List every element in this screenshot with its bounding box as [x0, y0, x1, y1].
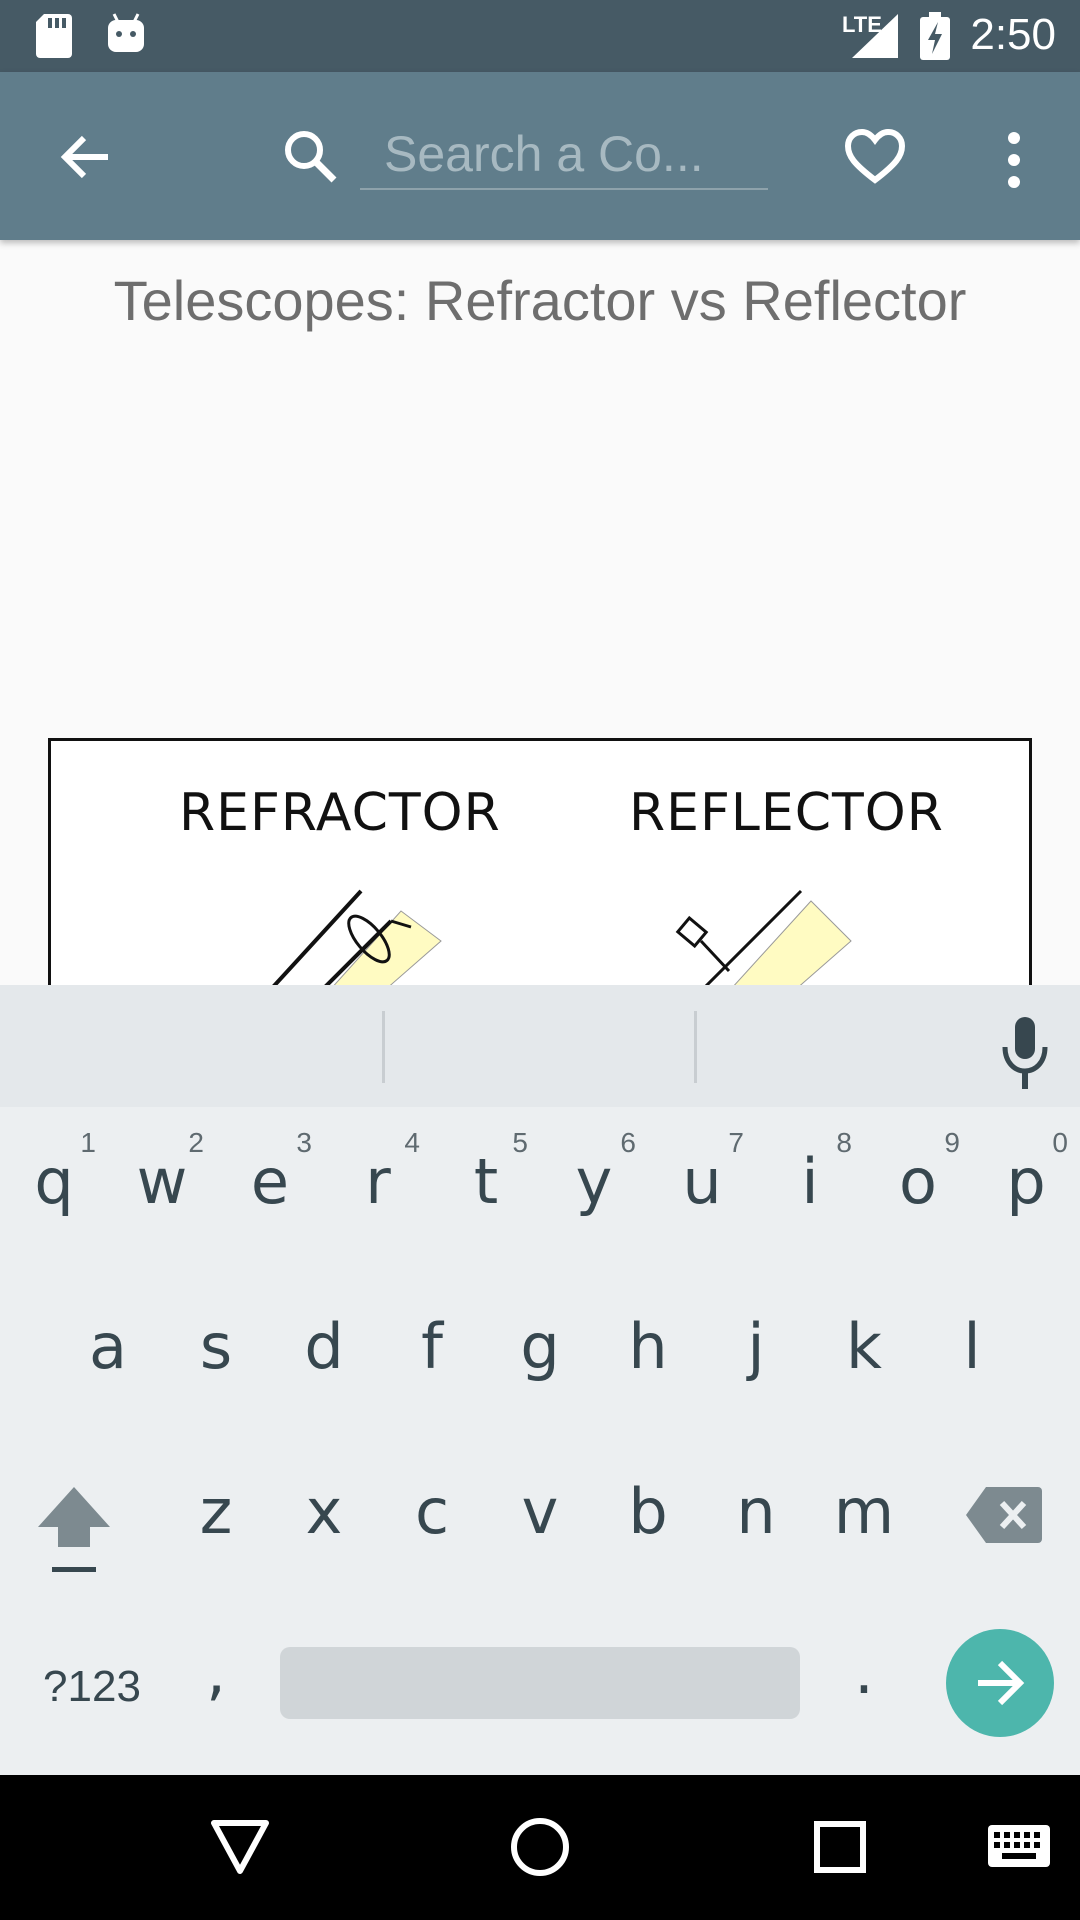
panel-label-reflector: REFLECTOR — [629, 783, 944, 843]
suggestion-strip — [0, 985, 1080, 1108]
key-label: i — [801, 1145, 819, 1218]
key-z[interactable]: z — [162, 1437, 270, 1587]
key-period[interactable]: . — [810, 1597, 918, 1747]
key-i[interactable]: i8 — [756, 1107, 864, 1257]
key-hint: 0 — [1052, 1127, 1068, 1158]
key-comma[interactable]: , — [162, 1597, 270, 1747]
key-c[interactable]: c — [378, 1437, 486, 1587]
key-x[interactable]: x — [270, 1437, 378, 1587]
key-hint: 6 — [620, 1127, 636, 1158]
key-label: w — [136, 1145, 188, 1218]
key-j[interactable]: j — [702, 1272, 810, 1422]
status-bar: LTE 2:50 — [0, 0, 1080, 72]
keyboard: q1 w2 e3 r4 t5 y6 u7 i8 o9 p0 a s d f g … — [0, 1107, 1080, 1775]
back-triangle-icon[interactable] — [210, 1819, 270, 1875]
lte-signal-icon — [852, 14, 898, 58]
back-arrow-icon[interactable] — [58, 130, 112, 184]
key-label: o — [899, 1145, 937, 1218]
key-f[interactable]: f — [378, 1272, 486, 1422]
key-label: u — [682, 1145, 722, 1218]
comic-title: Telescopes: Refractor vs Reflector — [113, 269, 967, 332]
key-m[interactable]: m — [810, 1437, 918, 1587]
key-w[interactable]: w2 — [108, 1107, 216, 1257]
enter-key[interactable] — [946, 1629, 1054, 1737]
key-h[interactable]: h — [594, 1272, 702, 1422]
panel-label-refractor: REFRACTOR — [179, 783, 501, 843]
backspace-icon[interactable] — [966, 1487, 1042, 1543]
key-label: p — [1006, 1145, 1046, 1218]
search-input[interactable] — [360, 120, 768, 190]
recents-square-icon[interactable] — [814, 1821, 866, 1873]
key-p[interactable]: p0 — [972, 1107, 1080, 1257]
home-circle-icon[interactable] — [510, 1817, 570, 1877]
key-hint: 7 — [728, 1127, 744, 1158]
key-g[interactable]: g — [486, 1272, 594, 1422]
android-icon — [108, 13, 144, 52]
key-y[interactable]: y6 — [540, 1107, 648, 1257]
key-d[interactable]: d — [270, 1272, 378, 1422]
key-hint: 1 — [80, 1127, 96, 1158]
keyboard-icon[interactable] — [988, 1825, 1050, 1867]
nav-bar — [0, 1775, 1080, 1920]
more-vert-icon[interactable] — [1004, 130, 1024, 190]
key-q[interactable]: q1 — [0, 1107, 108, 1257]
key-hint: 2 — [188, 1127, 204, 1158]
key-hint: 5 — [512, 1127, 528, 1158]
shift-icon[interactable] — [36, 1487, 112, 1573]
key-l[interactable]: l — [918, 1272, 1026, 1422]
suggestion-divider — [382, 1011, 385, 1083]
key-hint: 8 — [836, 1127, 852, 1158]
search-icon[interactable] — [282, 128, 338, 184]
key-e[interactable]: e3 — [216, 1107, 324, 1257]
key-t[interactable]: t5 — [432, 1107, 540, 1257]
comic-image[interactable]: REFRACTOR REFLECTOR — [48, 738, 1032, 1008]
key-r[interactable]: r4 — [324, 1107, 432, 1257]
key-v[interactable]: v — [486, 1437, 594, 1587]
key-label: t — [473, 1145, 499, 1218]
status-time: 2:50 — [970, 10, 1056, 59]
suggestion-divider — [694, 1011, 697, 1083]
key-u[interactable]: u7 — [648, 1107, 756, 1257]
key-o[interactable]: o9 — [864, 1107, 972, 1257]
toolbar — [0, 72, 1080, 240]
arrow-right-icon — [978, 1660, 1025, 1706]
key-hint: 9 — [944, 1127, 960, 1158]
sd-card-icon — [36, 14, 72, 58]
key-b[interactable]: b — [594, 1437, 702, 1587]
key-k[interactable]: k — [810, 1272, 918, 1422]
key-label: e — [250, 1145, 290, 1218]
key-s[interactable]: s — [162, 1272, 270, 1422]
key-n[interactable]: n — [702, 1437, 810, 1587]
microphone-icon[interactable] — [1000, 1017, 1050, 1091]
key-label: q — [34, 1145, 74, 1218]
key-label: y — [575, 1145, 613, 1218]
heart-icon[interactable] — [844, 128, 906, 184]
battery-charging-icon — [920, 12, 950, 60]
key-label: r — [365, 1145, 391, 1218]
key-hint: 3 — [296, 1127, 312, 1158]
space-key[interactable] — [280, 1647, 800, 1719]
key-hint: 4 — [404, 1127, 420, 1158]
key-a[interactable]: a — [54, 1272, 162, 1422]
symbols-key[interactable]: ?123 — [22, 1637, 162, 1737]
